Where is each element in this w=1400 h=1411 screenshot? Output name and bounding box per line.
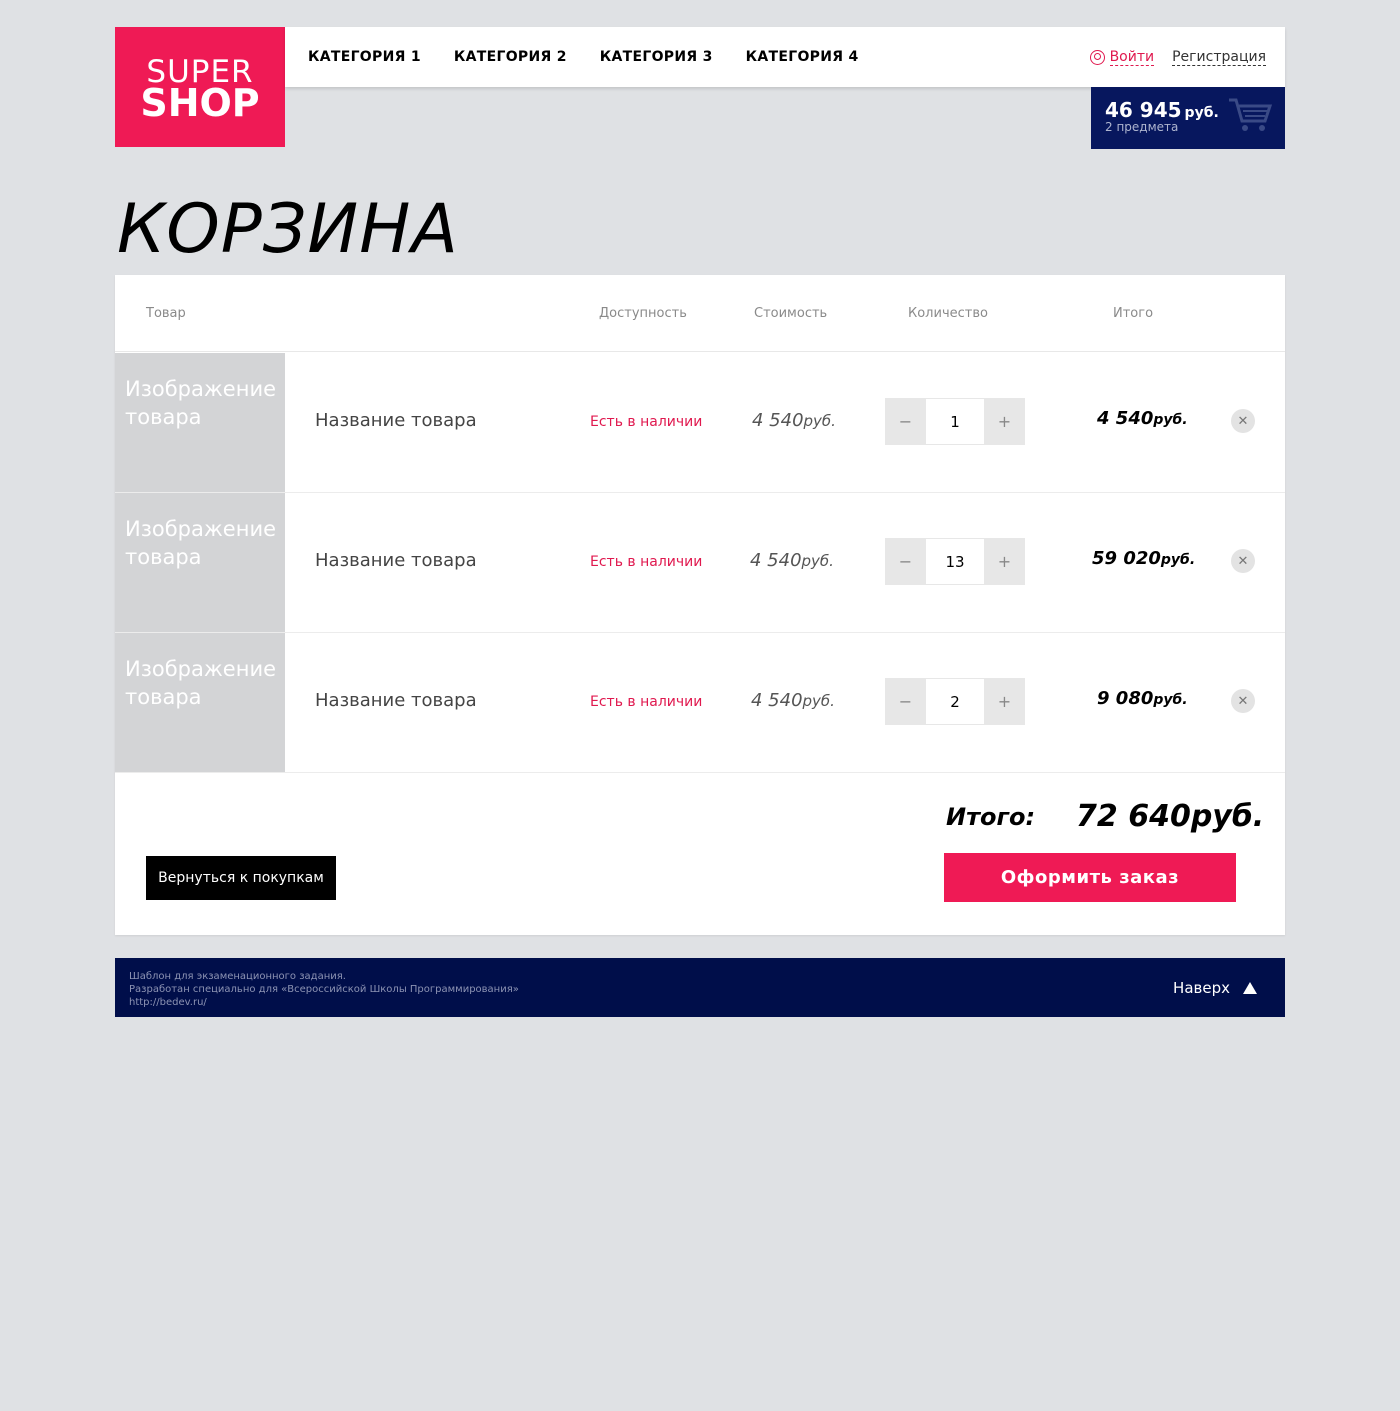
unit-price-value: 4 540 — [750, 550, 802, 571]
page-title: КОРЗИНА — [117, 190, 459, 269]
header-availability: Доступность — [599, 306, 687, 321]
quantity-value[interactable]: 13 — [926, 538, 984, 585]
product-image[interactable]: Изображение товара — [115, 633, 285, 772]
row-total-value: 9 080 — [1097, 688, 1154, 709]
unit-price: 4 540руб. — [752, 410, 836, 431]
quantity-value[interactable]: 2 — [926, 678, 984, 725]
scroll-top-label: Наверх — [1173, 979, 1230, 997]
main-nav: КАТЕГОРИЯ 1 КАТЕГОРИЯ 2 КАТЕГОРИЯ 3 КАТЕ… — [308, 49, 892, 65]
top-bar: КАТЕГОРИЯ 1 КАТЕГОРИЯ 2 КАТЕГОРИЯ 3 КАТЕ… — [285, 27, 1285, 87]
logo-line-2: SHOP — [140, 81, 260, 125]
header-product: Товар — [146, 306, 186, 321]
row-total: 9 080руб. — [1097, 688, 1188, 709]
footer-text: Шаблон для экзаменационного задания. Раз… — [129, 970, 519, 1009]
cart-widget[interactable]: 46 945 руб. 2 предмета — [1091, 87, 1285, 149]
product-name[interactable]: Название товара — [315, 410, 477, 431]
quantity-stepper: − 1 + — [885, 398, 1025, 445]
row-total-currency: руб. — [1153, 692, 1188, 708]
cart-sum: 46 945 руб. — [1105, 98, 1219, 122]
quantity-value[interactable]: 1 — [926, 398, 984, 445]
table-header: Товар Доступность Стоимость Количество И… — [115, 275, 1285, 352]
header-price: Стоимость — [754, 306, 828, 321]
availability-status: Есть в наличии — [590, 694, 703, 710]
cart-icon — [1229, 98, 1273, 131]
scroll-top-button[interactable]: Наверх — [1173, 979, 1257, 997]
product-name[interactable]: Название товара — [315, 550, 477, 571]
availability-status: Есть в наличии — [590, 554, 703, 570]
unit-price: 4 540руб. — [750, 550, 834, 571]
grand-total-value: 72 640руб. — [1076, 799, 1265, 834]
availability-status: Есть в наличии — [590, 414, 703, 430]
remove-item-button[interactable]: ✕ — [1231, 409, 1255, 433]
unit-price: 4 540руб. — [751, 690, 835, 711]
row-total-value: 59 020 — [1092, 548, 1161, 569]
footer-line-2: Разработан специально для «Всероссийской… — [129, 984, 519, 995]
quantity-stepper: − 13 + — [885, 538, 1025, 585]
row-total: 4 540руб. — [1097, 408, 1188, 429]
decrease-button[interactable]: − — [885, 398, 926, 445]
product-image[interactable]: Изображение товара — [115, 353, 285, 492]
arrow-up-icon — [1243, 982, 1257, 994]
product-image[interactable]: Изображение товара — [115, 493, 285, 632]
increase-button[interactable]: + — [984, 398, 1025, 445]
row-total-value: 4 540 — [1097, 408, 1154, 429]
footer-line-1: Шаблон для экзаменационного задания. — [129, 971, 346, 982]
header-quantity: Количество — [908, 306, 988, 321]
user-icon — [1089, 50, 1105, 65]
row-total-currency: руб. — [1160, 552, 1196, 568]
increase-button[interactable]: + — [984, 678, 1025, 725]
unit-price-value: 4 540 — [752, 410, 804, 431]
increase-button[interactable]: + — [984, 538, 1025, 585]
footer: Шаблон для экзаменационного задания. Раз… — [115, 958, 1285, 1017]
nav-category-2[interactable]: КАТЕГОРИЯ 2 — [454, 49, 567, 65]
unit-price-currency: руб. — [802, 692, 835, 710]
product-name[interactable]: Название товара — [315, 690, 477, 711]
unit-price-currency: руб. — [801, 552, 834, 570]
row-total: 59 020руб. — [1092, 548, 1195, 569]
remove-item-button[interactable]: ✕ — [1231, 689, 1255, 713]
login-link[interactable]: Войти — [1109, 49, 1155, 66]
row-total-currency: руб. — [1153, 412, 1188, 428]
table-row: Изображение товара Название товара Есть … — [115, 353, 1285, 493]
register-link[interactable]: Регистрация — [1172, 49, 1266, 66]
decrease-button[interactable]: − — [885, 678, 926, 725]
quantity-stepper: − 2 + — [885, 678, 1025, 725]
table-row: Изображение товара Название товара Есть … — [115, 633, 1285, 773]
place-order-button[interactable]: Оформить заказ — [944, 853, 1236, 902]
header-total: Итого — [1113, 306, 1154, 321]
nav-category-3[interactable]: КАТЕГОРИЯ 3 — [600, 49, 713, 65]
logo[interactable]: SUPER SHOP — [115, 27, 285, 147]
nav-category-4[interactable]: КАТЕГОРИЯ 4 — [746, 49, 859, 65]
cart-sum-value: 46 945 — [1105, 98, 1182, 122]
nav-category-1[interactable]: КАТЕГОРИЯ 1 — [308, 49, 421, 65]
unit-price-value: 4 540 — [751, 690, 803, 711]
remove-item-button[interactable]: ✕ — [1231, 549, 1255, 573]
cart-currency: руб. — [1184, 105, 1219, 121]
auth-links: Войти Регистрация — [1089, 49, 1266, 66]
unit-price-currency: руб. — [803, 412, 836, 430]
grand-total-label: Итого: — [946, 803, 1036, 831]
cart-item-count: 2 предмета — [1105, 120, 1179, 134]
table-row: Изображение товара Название товара Есть … — [115, 493, 1285, 633]
decrease-button[interactable]: − — [885, 538, 926, 585]
footer-link[interactable]: http://bedev.ru/ — [129, 996, 519, 1009]
cart-table: Товар Доступность Стоимость Количество И… — [115, 275, 1285, 935]
back-to-shopping-button[interactable]: Вернуться к покупкам — [146, 856, 336, 900]
